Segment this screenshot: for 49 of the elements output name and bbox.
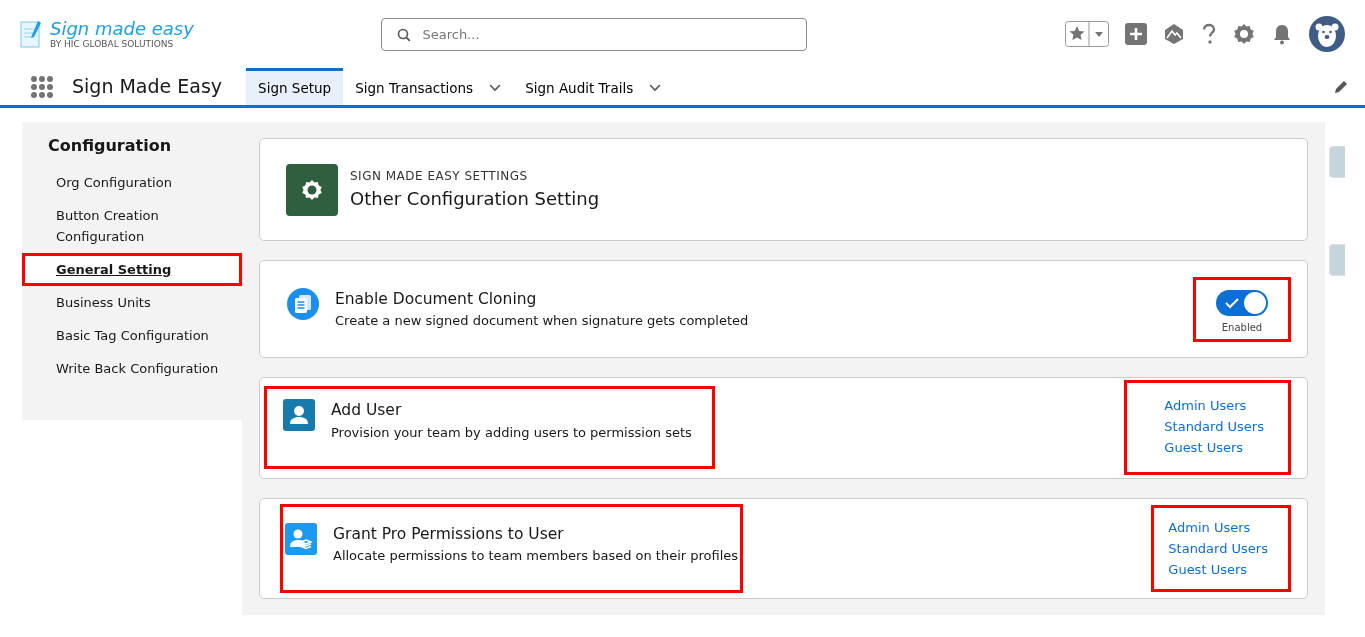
nav-tab[interactable]: Sign Audit Trails [513,68,674,105]
help-icon[interactable] [1201,23,1217,45]
user-link[interactable]: Guest Users [1168,558,1268,580]
sidebar-item[interactable]: Button Creation Configuration [22,199,242,253]
logo-title: Sign made easy [50,19,194,38]
avatar-icon[interactable] [1309,16,1345,52]
user-link[interactable]: Admin Users [1164,395,1264,417]
toggle-switch[interactable] [1216,289,1268,316]
chevron-down-icon[interactable] [649,84,662,92]
checkmark-icon [1225,296,1239,309]
pencil-icon[interactable] [1333,78,1349,95]
sidebar-item[interactable]: Business Units [22,286,242,319]
user-link[interactable]: Guest Users [1164,437,1264,459]
setting-title: Add User [331,400,403,422]
logo-subtitle: BY HIC GLOBAL SOLUTIONS [50,39,174,49]
plus-icon[interactable] [1125,23,1147,45]
document-pen-icon [20,19,42,49]
user-link[interactable]: Standard Users [1168,537,1268,559]
setting-title: Enable Document Cloning [335,288,538,310]
setting-title: Grant Pro Permissions to User [333,523,565,545]
notification-bell-icon[interactable] [1271,23,1293,45]
setting-description: Create a new signed document when signature gets completed [335,312,749,331]
search-icon [397,27,412,42]
user-stack-icon [285,522,317,555]
setting-description: Allocate permissions to team members based on their profiles [333,547,739,566]
page-title: Other Configuration Setting [350,187,600,212]
app-launcher-icon[interactable] [30,74,54,99]
settings-icon [286,163,338,216]
collapse-handle[interactable] [1329,244,1345,276]
collapse-handle[interactable] [1329,146,1345,178]
nav-tab[interactable]: Sign Transactions [343,68,514,105]
setting-description: Provision your team by adding users to permission sets [331,423,692,442]
sidebar-item[interactable]: Org Configuration [22,166,242,199]
settings-icon[interactable] [1233,23,1255,45]
sidebar-item[interactable]: General Setting [22,253,242,286]
chevron-down-icon[interactable] [489,84,502,92]
nav-tab[interactable]: Sign Setup [246,68,344,105]
mountain-icon[interactable] [1163,23,1185,45]
section-eyebrow: SIGN MADE EASY SETTINGS [350,168,529,186]
user-icon [283,399,315,432]
sidebar-item[interactable]: Basic Tag Configuration [22,319,242,352]
user-link[interactable]: Standard Users [1164,416,1264,438]
toggle-label: Enabled [1221,320,1263,335]
sidebar-item[interactable]: Write Back Configuration [22,352,242,385]
search-field[interactable]: Search... [381,17,808,51]
user-link[interactable]: Admin Users [1168,516,1268,538]
document-copy-icon [287,287,319,320]
app-name: Sign Made Easy [72,74,223,100]
sidebar-title: Configuration [47,135,173,157]
